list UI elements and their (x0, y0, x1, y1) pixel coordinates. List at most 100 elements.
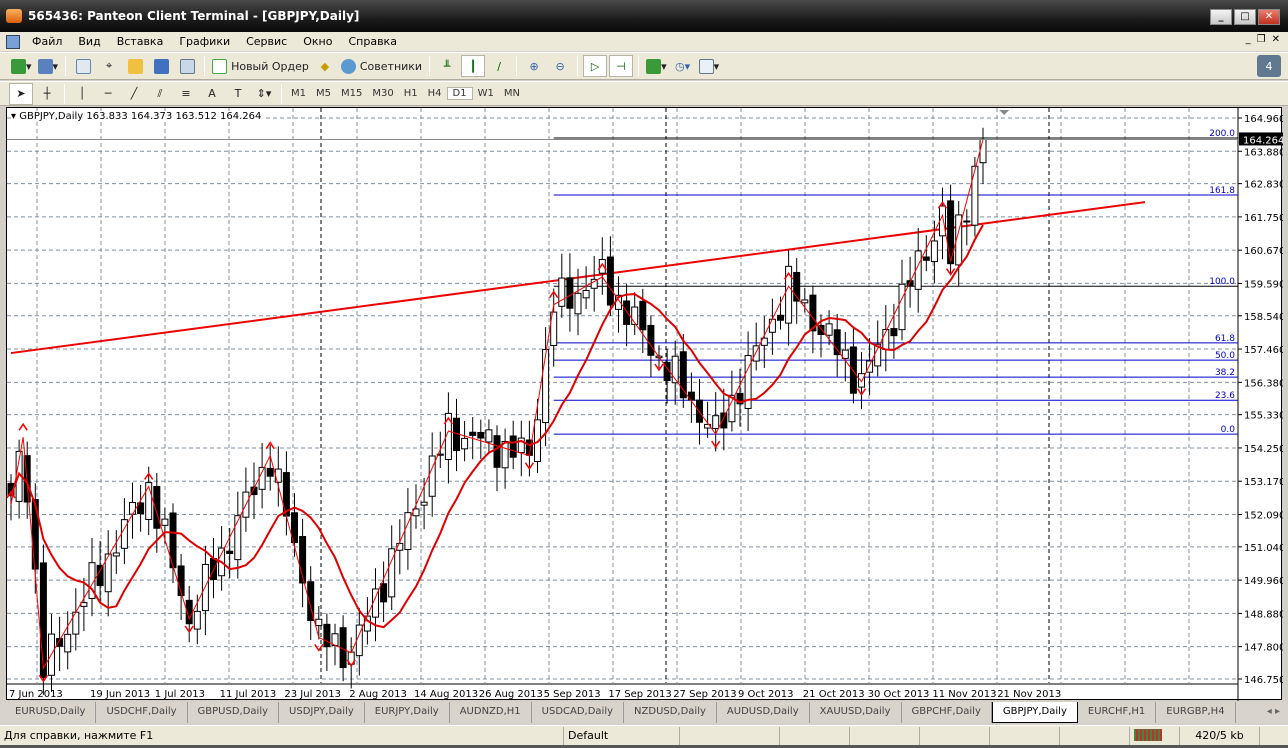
bear-candle (96, 564, 104, 587)
close-button[interactable]: ✕ (1258, 9, 1280, 25)
tab-gbpusd[interactable]: GBPUSD,Daily (188, 702, 280, 723)
chart-window[interactable]: 164.960 163.880 162.830 161.750 160.670 159.5… (6, 107, 1283, 701)
tab-eurjpy[interactable]: EURJPY,Daily (365, 702, 450, 723)
timeframe-m15[interactable]: M15 (336, 88, 367, 99)
x-tick-label: 26 Aug 2013 (479, 689, 543, 700)
timeframe-h4[interactable]: H4 (423, 88, 447, 99)
mdi-restore-button[interactable]: ❐ (1257, 34, 1266, 45)
y-tick-label: 162.830 (1244, 180, 1283, 191)
candlestick-chart-icon[interactable]: ┃ (461, 55, 486, 77)
periods-button[interactable]: ◷▾ (671, 55, 695, 77)
bull-candle (825, 323, 833, 336)
indicators-button[interactable]: ▾ (644, 55, 669, 77)
fib-level-label: 38.2 (1215, 368, 1235, 378)
horizontal-line-icon[interactable]: ─ (96, 83, 120, 105)
y-tick-label: 156.380 (1244, 378, 1283, 389)
new-order-button[interactable]: Новый Ордер (210, 55, 311, 77)
trendline-icon[interactable]: ╱ (122, 83, 146, 105)
tab-eurgbp[interactable]: EURGBP,H4 (1156, 702, 1236, 723)
text-label-icon[interactable]: T (226, 83, 250, 105)
timeframe-w1[interactable]: W1 (473, 88, 499, 99)
zoom-out-icon[interactable]: ⊖ (548, 55, 572, 77)
bar-chart-icon[interactable]: ╨ (435, 55, 459, 77)
y-tick-label: 149.960 (1244, 576, 1283, 587)
tab-nzdusd[interactable]: NZDUSD,Daily (624, 702, 717, 723)
arrows-icon[interactable]: ⇕▾ (252, 83, 276, 105)
tab-scroll-arrows[interactable]: ◂ ▸ (1267, 706, 1280, 717)
bear-candle (720, 412, 728, 429)
menu-charts[interactable]: Графики (171, 35, 238, 48)
tab-usdchf[interactable]: USDCHF,Daily (96, 702, 188, 723)
bull-candle (712, 415, 720, 430)
timeframe-m30[interactable]: M30 (367, 88, 398, 99)
menu-window[interactable]: Окно (295, 35, 340, 48)
bull-candle (768, 318, 776, 333)
cursor-icon[interactable]: ➤ (9, 82, 33, 105)
x-tick-label: 27 Sep 2013 (673, 689, 736, 700)
x-tick-label: 30 Oct 2013 (868, 689, 930, 700)
terminal-icon[interactable] (149, 55, 173, 77)
menu-insert[interactable]: Вставка (109, 35, 172, 48)
tab-audusd[interactable]: AUDUSD,Daily (717, 702, 810, 723)
tab-xauusd[interactable]: XAUUSD,Daily (810, 702, 902, 723)
profiles-button[interactable]: ▾ (36, 55, 61, 77)
new-chart-button[interactable]: ▾ (9, 55, 34, 77)
status-traffic: 420/5 kb (1180, 726, 1260, 745)
line-chart-icon[interactable]: ∕ (487, 55, 511, 77)
chart-shift-icon[interactable]: ⊣ (609, 55, 634, 77)
navigator-icon[interactable] (123, 55, 147, 77)
timeframe-m5[interactable]: M5 (311, 88, 336, 99)
bull-candle (64, 633, 72, 653)
bull-candle (193, 610, 201, 630)
bull-candle (574, 292, 582, 315)
timeframe-mn[interactable]: MN (499, 88, 525, 99)
mdi-close-button[interactable]: ✕ (1272, 34, 1280, 45)
timeframe-h1[interactable]: H1 (399, 88, 423, 99)
title-bar: 565436: Panteon Client Terminal - [GBPJP… (0, 0, 1288, 32)
maximize-button[interactable]: □ (1234, 9, 1256, 25)
timeframe-m1[interactable]: M1 (286, 88, 311, 99)
tab-usdcad[interactable]: USDCAD,Daily (532, 702, 625, 723)
bull-candle (315, 618, 323, 627)
tab-eurchf[interactable]: EURCHF,H1 (1078, 702, 1157, 723)
strategy-tester-icon[interactable] (175, 55, 199, 77)
vertical-line-icon[interactable]: │ (70, 83, 94, 105)
experts-button[interactable]: Советники (339, 55, 424, 77)
chat-icon[interactable]: 4 (1257, 55, 1281, 77)
tab-gbpchf[interactable]: GBPCHF,Daily (902, 702, 992, 723)
chart-window-icon[interactable] (6, 34, 20, 49)
drawing-toolbar: ➤ ┼ │ ─ ╱ ⫽ ≡ A T ⇕▾ M1 M5 M15 M30 H1 H4… (0, 81, 1288, 106)
bull-candle (858, 373, 865, 388)
y-tick-label: 151.040 (1244, 543, 1283, 554)
tab-usdjpy[interactable]: USDJPY,Daily (279, 702, 365, 723)
fibonacci-icon[interactable]: ≡ (174, 83, 198, 105)
menu-tools[interactable]: Сервис (238, 35, 295, 48)
tab-eurusd[interactable]: EURUSD,Daily (5, 702, 97, 723)
equidistant-channel-icon[interactable]: ⫽ (148, 83, 172, 105)
tab-audnzd[interactable]: AUDNZD,H1 (450, 702, 532, 723)
auto-scroll-icon[interactable]: ▷ (583, 55, 608, 77)
tab-gbpjpy[interactable]: GBPJPY,Daily (991, 702, 1078, 723)
x-tick-label: 2 Aug 2013 (349, 689, 407, 700)
templates-button[interactable]: ▾ (697, 55, 722, 77)
crosshair-icon[interactable]: ┼ (35, 83, 59, 105)
bear-candle (509, 435, 517, 458)
text-icon[interactable]: A (200, 83, 224, 105)
bear-candle (380, 583, 388, 603)
minimize-button[interactable]: _ (1210, 9, 1232, 25)
bull-candle (542, 349, 550, 424)
alert-icon[interactable]: ◆ (313, 55, 337, 77)
bull-candle (234, 515, 242, 561)
timeframe-d1[interactable]: D1 (446, 87, 473, 100)
market-watch-icon[interactable] (71, 55, 95, 77)
legend-arrow-icon[interactable]: ▾ (11, 111, 16, 122)
menu-view[interactable]: Вид (70, 35, 108, 48)
mdi-minimize-button[interactable]: _ (1246, 34, 1251, 45)
menu-bar: Файл Вид Вставка Графики Сервис Окно Спр… (0, 32, 1288, 51)
bear-candle (647, 324, 655, 356)
zoom-in-icon[interactable]: ⊕ (522, 55, 546, 77)
menu-help[interactable]: Справка (340, 35, 404, 48)
menu-file[interactable]: Файл (24, 35, 70, 48)
crosshair-data-window-icon[interactable]: ⌖ (97, 55, 121, 77)
price-chart[interactable]: 164.960 163.880 162.830 161.750 160.670 159.5… (7, 108, 1283, 701)
